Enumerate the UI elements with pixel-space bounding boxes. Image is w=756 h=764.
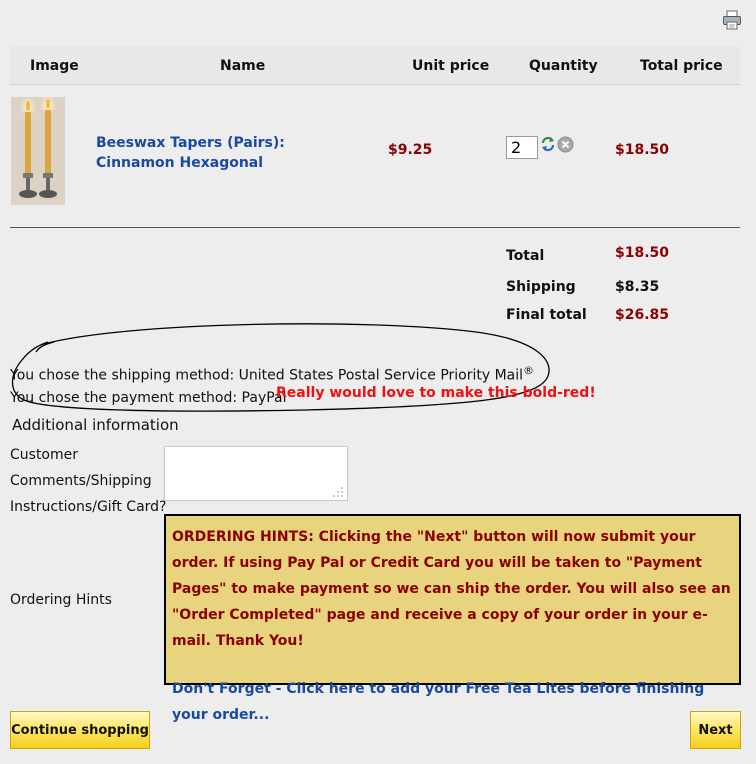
comments-textarea[interactable] — [164, 446, 348, 501]
quantity-input[interactable] — [506, 136, 538, 159]
shipping-label: Shipping — [506, 279, 576, 295]
header-total-price: Total price — [640, 58, 723, 74]
header-unit-price: Unit price — [412, 58, 490, 74]
payment-method-text: You chose the payment method: PayPal — [10, 390, 287, 406]
cart-table-header: Image Name Unit price Quantity Total pri… — [10, 46, 740, 85]
unit-price: $9.25 — [388, 142, 433, 158]
total-label: Total — [506, 248, 545, 264]
shipping-method-text: You chose the shipping method: United St… — [10, 364, 534, 384]
comments-label: Customer Comments/Shipping Instructions/… — [10, 442, 166, 520]
product-name-link[interactable]: Beeswax Tapers (Pairs): Cinnamon Hexagon… — [96, 133, 356, 173]
continue-shopping-button[interactable]: Continue shopping — [10, 711, 150, 749]
printer-icon[interactable] — [722, 10, 742, 30]
header-name: Name — [220, 58, 266, 74]
additional-info-heading: Additional information — [12, 416, 179, 434]
divider — [10, 227, 740, 228]
ordering-hints-label: Ordering Hints — [10, 592, 112, 608]
comments-label-line: Comments/Shipping — [10, 473, 152, 489]
registered-mark: ® — [523, 364, 535, 377]
header-image: Image — [30, 58, 79, 74]
final-total-value: $26.85 — [615, 307, 670, 323]
comments-label-line: Customer — [10, 447, 79, 463]
remove-icon[interactable] — [557, 136, 574, 153]
total-value: $18.50 — [615, 245, 670, 261]
next-button[interactable]: Next — [690, 711, 741, 749]
ordering-hints-text: ORDERING HINTS: Clicking the "Next" butt… — [172, 529, 731, 649]
header-quantity: Quantity — [529, 58, 598, 74]
resize-grip-icon[interactable] — [332, 486, 344, 498]
annotation-note: Really would love to make this bold-red! — [276, 385, 596, 401]
product-image — [11, 97, 65, 205]
line-total-price: $18.50 — [615, 142, 670, 158]
comments-label-line: Instructions/Gift Card? — [10, 499, 167, 515]
free-tea-lites-link[interactable]: Don't Forget - Click here to add your Fr… — [172, 676, 733, 728]
shipping-value: $8.35 — [615, 279, 660, 295]
ordering-hints-box: ORDERING HINTS: Clicking the "Next" butt… — [164, 514, 741, 723]
shipping-method-label: You chose the shipping method: United St… — [10, 367, 524, 384]
refresh-icon[interactable] — [540, 136, 556, 152]
